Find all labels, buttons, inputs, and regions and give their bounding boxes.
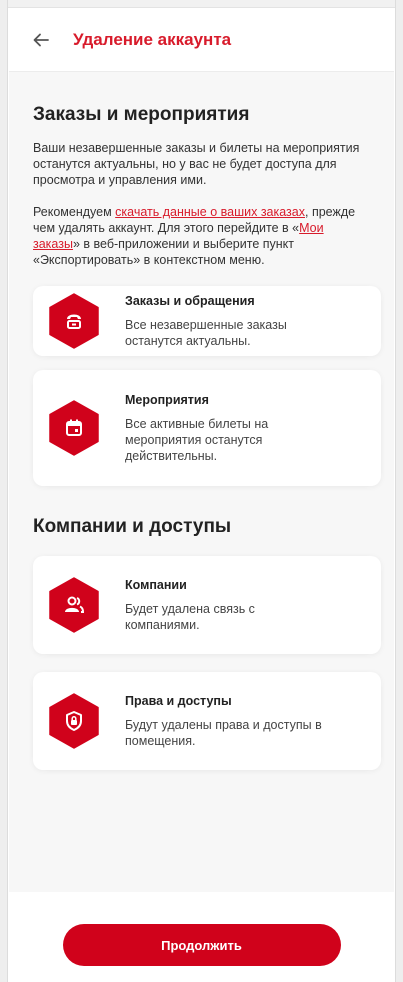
card-rights-access: Права и доступы Будут удалены права и до… [33, 672, 381, 770]
card-description: Будет удалена связь с компаниями. [125, 601, 255, 632]
security-lock-icon [66, 711, 82, 731]
window-frame-right [395, 0, 403, 982]
card-title: Заказы и обращения [125, 293, 255, 308]
card-orders-requests: Заказы и обращения Все незавершенные зак… [33, 286, 381, 356]
hexagon-badge [49, 293, 99, 349]
para2-suffix: » в веб-приложении и выберите пункт «Экс… [33, 237, 294, 267]
card-text: Заказы и обращения Все незавершенные зак… [125, 294, 345, 349]
card-title: Компании [125, 577, 187, 592]
card-description: Все незавершенные заказы останутся актуа… [125, 317, 287, 348]
back-button[interactable] [29, 28, 53, 52]
card-companies: Компании Будет удалена связь с компаниям… [33, 556, 381, 654]
continue-button[interactable]: Продолжить [62, 924, 341, 966]
card-text: Мероприятия Все активные билеты на мероп… [125, 393, 305, 464]
service-desk-icon [67, 314, 81, 329]
orders-paragraph-1: Ваши незавершенные заказы и билеты на ме… [33, 141, 360, 187]
card-description: Будут удалены права и доступы в помещени… [125, 717, 322, 748]
calendar-icon [66, 419, 82, 436]
hexagon-badge [49, 693, 99, 749]
section-title-companies: Компании и доступы [33, 516, 232, 537]
para2-prefix: Рекомендуем [33, 205, 116, 219]
orders-paragraph-2: Рекомендуем скачать данные о ваших заказ… [33, 204, 370, 268]
card-title: Права и доступы [125, 693, 232, 708]
people-icon [65, 596, 85, 613]
card-description: Все активные билеты на мероприятия остан… [125, 416, 269, 463]
window-frame-left [0, 0, 8, 982]
card-title: Мероприятия [125, 392, 209, 407]
status-strip [8, 0, 395, 8]
app-header: Удаление аккаунта [9, 8, 394, 72]
hexagon-badge [49, 577, 99, 633]
main-content: Заказы и мероприятия Ваши незавершенные … [9, 72, 394, 892]
footer-bar: Продолжить [9, 892, 394, 982]
arrow-left-icon[interactable] [33, 33, 49, 47]
page-title: Удаление аккаунта [73, 29, 232, 49]
hexagon-badge [49, 400, 99, 456]
download-orders-link[interactable]: скачать данные о ваших заказах [115, 205, 305, 219]
card-text: Компании Будет удалена связь с компаниям… [125, 578, 290, 633]
card-text: Права и доступы Будут удалены права и до… [125, 694, 370, 749]
card-events: Мероприятия Все активные билеты на мероп… [33, 370, 381, 486]
section-title-orders: Заказы и мероприятия [33, 104, 250, 125]
